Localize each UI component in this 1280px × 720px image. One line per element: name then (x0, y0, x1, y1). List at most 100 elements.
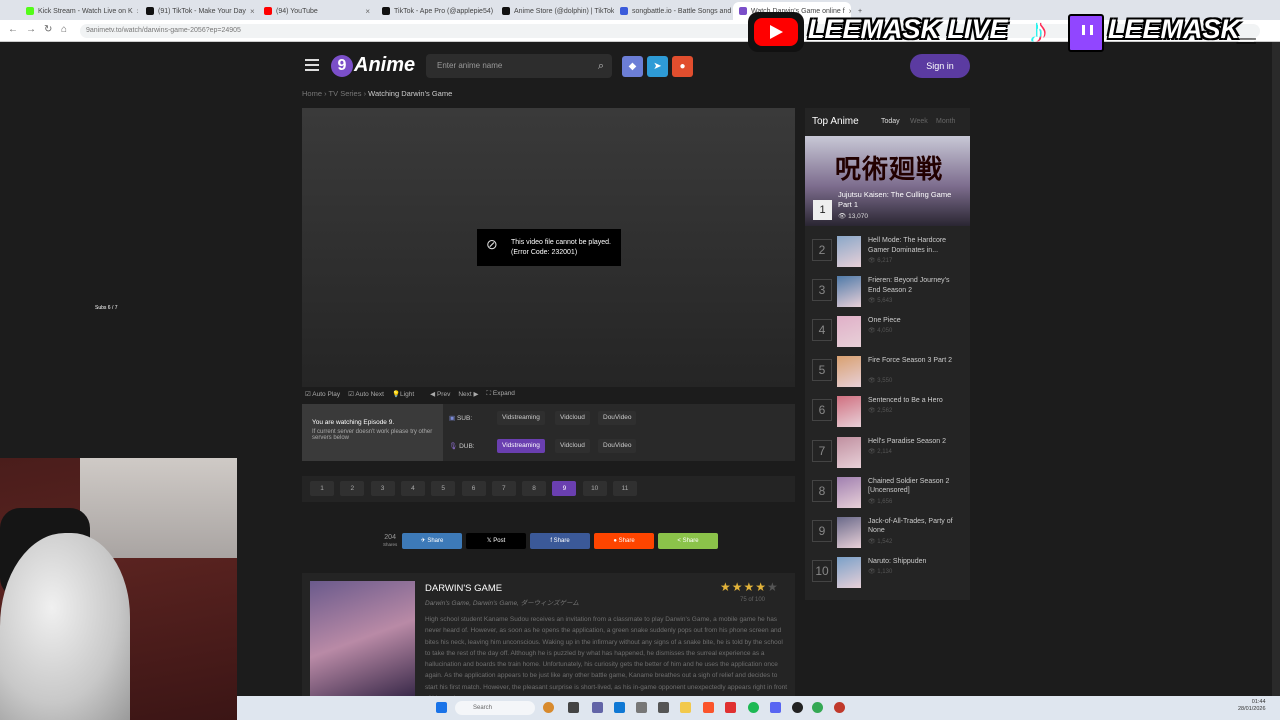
search-input[interactable]: Enter anime name ⌕ (426, 54, 612, 78)
app-icon[interactable] (725, 702, 736, 713)
sign-in-button[interactable]: Sign in (910, 54, 970, 78)
featured-title[interactable]: Jujutsu Kaisen: The Culling Game Part 1 (838, 190, 963, 209)
episode-button[interactable]: 2 (340, 481, 365, 496)
browser-tab[interactable]: (91) TikTok - Make Your Day × (140, 2, 258, 20)
anime-thumbnail[interactable] (837, 236, 861, 267)
views-count: 4,050 (877, 328, 893, 335)
ranking-title[interactable]: Chained Soldier Season 2 [Uncensored] (868, 477, 963, 496)
ranking-title[interactable]: Hell Mode: The Hardcore Gamer Dominates … (868, 236, 963, 255)
reddit-icon[interactable]: ● (672, 56, 693, 77)
site-logo[interactable]: 9 Anime (331, 54, 415, 77)
browser-tab[interactable]: songbattle.io - Battle Songs and× (614, 2, 732, 20)
obs-icon[interactable] (792, 702, 803, 713)
anime-alt-names: Darwin's Game, Darwin's Game, ダーウィンズゲーム (425, 600, 579, 607)
episode-button[interactable]: 4 (400, 481, 425, 496)
browser-tab[interactable]: TikTok - Ape Pro (@applepie54)× (376, 2, 494, 20)
store-icon[interactable] (636, 702, 647, 713)
anime-thumbnail[interactable] (837, 516, 861, 548)
system-clock[interactable]: 01:44 28/01/2026 (1238, 699, 1266, 713)
settings-icon[interactable] (658, 702, 669, 713)
autonext-toggle[interactable]: ☑ Auto Next (348, 390, 384, 398)
reload-icon[interactable]: ↻ (44, 24, 52, 35)
server-sub-douvideo[interactable]: DouVideo (598, 411, 637, 425)
anime-thumbnail[interactable] (837, 316, 861, 348)
share-button[interactable]: < Share (658, 533, 718, 549)
browser-tab[interactable]: (94) YouTube × (258, 2, 376, 20)
episode-button[interactable]: 11 (613, 481, 637, 496)
light-toggle[interactable]: 💡Light (392, 390, 414, 398)
ranking-title[interactable]: One Piece (868, 316, 963, 326)
share-button[interactable]: ✈ Share (402, 533, 462, 549)
chat-icon[interactable] (592, 702, 603, 713)
episode-button[interactable]: 1 (310, 481, 334, 496)
episode-button[interactable]: 8 (522, 481, 547, 496)
anime-thumbnail[interactable] (837, 556, 861, 588)
ranking-title[interactable]: Naruto: Shippuden (868, 557, 963, 567)
episode-button[interactable]: 5 (431, 481, 456, 496)
rank-number: 9 (812, 519, 832, 542)
server-dub-vidstreaming[interactable]: Vidstreaming (497, 439, 545, 453)
task-view-icon[interactable] (568, 702, 579, 713)
tab-month[interactable]: Month (936, 118, 955, 125)
ranking-views: 👁 4,050 (868, 327, 892, 334)
episode-button[interactable]: 9 (552, 481, 577, 496)
episode-button[interactable]: 3 (370, 481, 395, 496)
menu-icon[interactable] (305, 59, 319, 74)
discord-icon[interactable]: ◆ (622, 56, 643, 77)
share-button[interactable]: f Share (530, 533, 590, 549)
ranking-views: 👁 3,550 (868, 377, 892, 384)
close-tab-icon[interactable]: × (365, 7, 370, 16)
server-sub-vidcloud[interactable]: Vidcloud (555, 411, 590, 425)
top-anime-heading: Top Anime (812, 116, 859, 127)
views-count: 1,542 (877, 538, 893, 545)
anime-thumbnail[interactable] (837, 356, 861, 388)
prev-button[interactable]: ◀ Prev (430, 390, 450, 398)
tab-today[interactable]: Today (881, 118, 900, 125)
next-button[interactable]: Next ▶ (458, 390, 478, 398)
brave-icon[interactable] (703, 702, 714, 713)
anime-thumbnail[interactable] (837, 396, 861, 428)
episode-button[interactable]: 6 (461, 481, 486, 496)
anime-thumbnail[interactable] (837, 276, 861, 308)
ranking-title[interactable]: Fire Force Season 3 Part 2 (868, 356, 963, 366)
share-button[interactable]: 𝕏 Post (466, 533, 526, 549)
ranking-title[interactable]: Jack-of-All-Trades, Party of None (868, 517, 963, 536)
ranking-title[interactable]: Frieren: Beyond Journey's End Season 2 (868, 276, 963, 295)
opera-icon[interactable] (834, 702, 845, 713)
chrome-icon[interactable] (812, 702, 823, 713)
episode-button[interactable]: 10 (582, 481, 607, 496)
anime-thumbnail[interactable] (837, 436, 861, 468)
search-icon[interactable]: ⌕ (598, 54, 604, 78)
windows-start-icon[interactable] (436, 702, 447, 713)
scrollbar[interactable] (1272, 42, 1280, 696)
widget-icon[interactable] (543, 702, 554, 713)
ranking-title[interactable]: Sentenced to Be a Hero (868, 396, 963, 406)
breadcrumb-home[interactable]: Home (302, 89, 322, 98)
anime-thumbnail[interactable] (837, 476, 861, 508)
rating-stars[interactable]: ★★★★★ (720, 580, 779, 594)
spotify-icon[interactable] (748, 702, 759, 713)
stars-on: ★★★★ (720, 580, 768, 594)
home-icon[interactable]: ⌂ (61, 24, 67, 35)
forward-icon[interactable]: → (26, 24, 36, 35)
server-dub-douvideo[interactable]: DouVideo (598, 439, 637, 453)
expand-button[interactable]: ⛶ Expand (487, 390, 515, 398)
episode-button[interactable]: 7 (491, 481, 516, 496)
browser-tab[interactable]: Anime Store (@dolphin) | TikTok× (496, 2, 614, 20)
browser-tab[interactable]: Kick Stream - Watch Live on K × (20, 2, 138, 20)
close-tab-icon[interactable]: × (250, 7, 255, 16)
tab-week[interactable]: Week (910, 118, 928, 125)
breadcrumb-series[interactable]: TV Series (329, 89, 362, 98)
server-dub-vidcloud[interactable]: Vidcloud (555, 439, 590, 453)
server-sub-vidstreaming[interactable]: Vidstreaming (497, 411, 545, 425)
taskbar-search[interactable]: Search (455, 701, 535, 715)
folder-icon[interactable] (680, 702, 691, 713)
edge-icon[interactable] (614, 702, 625, 713)
ranking-title[interactable]: Hell's Paradise Season 2 (868, 437, 963, 447)
share-button[interactable]: ● Share (594, 533, 654, 549)
telegram-icon[interactable]: ➤ (647, 56, 668, 77)
back-icon[interactable]: ← (8, 24, 18, 35)
autoplay-toggle[interactable]: ☑ Auto Play (305, 390, 340, 398)
discord-taskbar-icon[interactable] (770, 702, 781, 713)
close-tab-icon[interactable]: × (137, 7, 138, 16)
